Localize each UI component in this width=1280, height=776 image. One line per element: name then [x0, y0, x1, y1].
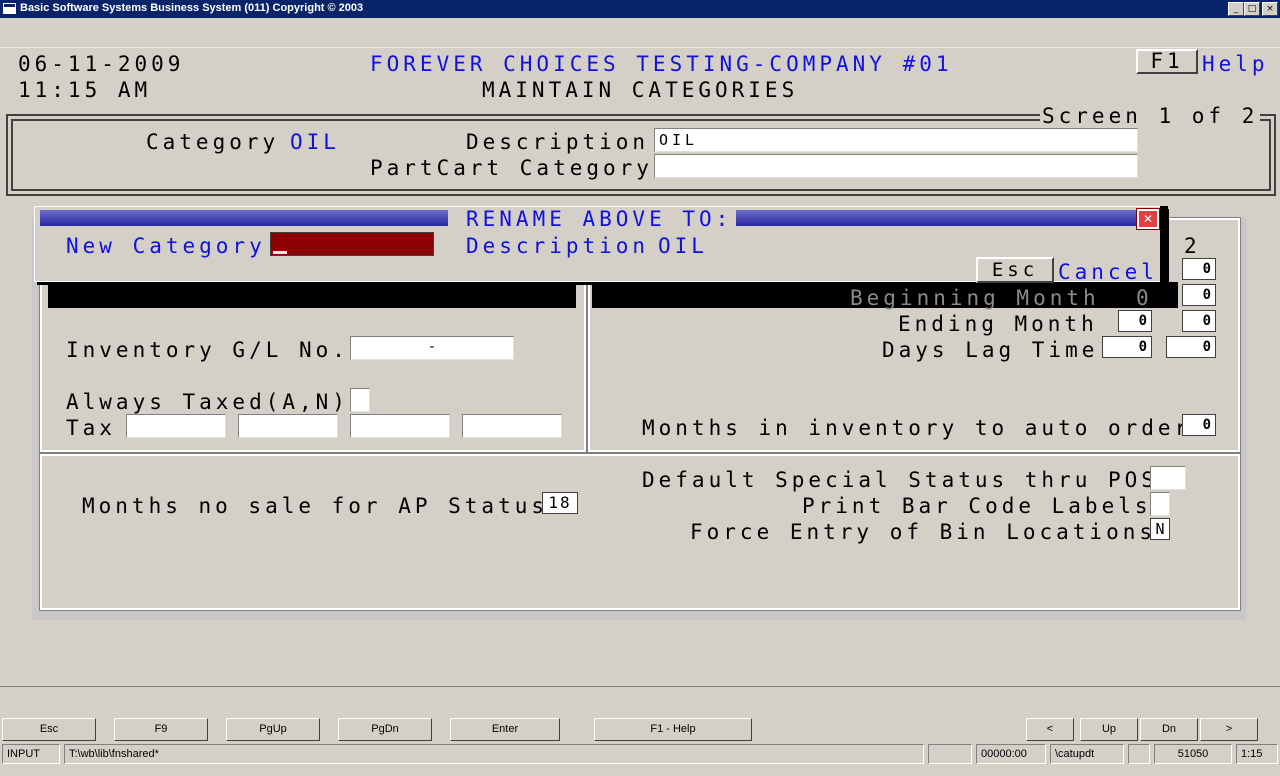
force-entry-bin-label: Force Entry of Bin Locations: [690, 520, 1157, 544]
dialog-close-icon[interactable]: ✕: [1136, 208, 1160, 230]
status-path: T:\wb\lib\fnshared*: [64, 744, 924, 764]
beginning-month-col2-field[interactable]: 0: [1182, 284, 1216, 306]
rename-dialog-shadow: [1160, 206, 1168, 282]
help-link[interactable]: Help: [1202, 52, 1269, 76]
status-blank-1: [928, 744, 972, 764]
menu-band: [0, 18, 1280, 48]
dialog-description-value: OIL: [658, 234, 708, 258]
beginning-month-label: Beginning Month: [850, 286, 1100, 310]
beginning-month-value: 0: [1136, 286, 1153, 310]
column-2-header: 2: [1184, 234, 1201, 258]
ending-month-col1-field[interactable]: 0: [1118, 310, 1152, 332]
default-special-status-field[interactable]: [1150, 466, 1186, 490]
tax-field-1[interactable]: [126, 414, 226, 438]
days-lag-time-label: Days Lag Time: [882, 338, 1099, 362]
dn-button[interactable]: Dn: [1140, 718, 1198, 741]
cancel-button[interactable]: Cancel: [1058, 260, 1158, 284]
always-taxed-field[interactable]: [350, 388, 370, 412]
always-taxed-label: Always Taxed(A,N): [66, 390, 349, 414]
inventory-gl-label: Inventory G/L No.: [66, 338, 349, 362]
function-bar-divider: [0, 686, 1280, 687]
inventory-gl-field[interactable]: -: [350, 336, 514, 360]
header-date: 06-11-2009: [18, 52, 185, 76]
force-entry-bin-field[interactable]: N: [1150, 518, 1170, 540]
right-arrow-button[interactable]: >: [1200, 718, 1258, 741]
up-button[interactable]: Up: [1080, 718, 1138, 741]
maximize-button[interactable]: □: [1244, 2, 1260, 16]
days-lag-col2-field[interactable]: 0: [1166, 336, 1216, 358]
tax-label: Tax: [66, 416, 116, 440]
default-special-status-label: Default Special Status thru POS: [642, 468, 1158, 492]
window-title: Basic Software Systems Business System (…: [20, 2, 364, 14]
left-arrow-button[interactable]: <: [1026, 718, 1074, 741]
left-panel-header-bar: [48, 282, 576, 308]
print-bar-code-field[interactable]: [1150, 492, 1170, 516]
status-counter: 00000:00: [976, 744, 1046, 764]
minimize-button[interactable]: _: [1228, 2, 1244, 16]
status-program: \catupdt: [1050, 744, 1124, 764]
text-cursor: [273, 251, 287, 254]
enter-button[interactable]: Enter: [450, 718, 560, 741]
days-lag-col1-field[interactable]: 0: [1102, 336, 1152, 358]
esc-button[interactable]: Esc: [2, 718, 96, 741]
rename-dialog-title: RENAME ABOVE TO:: [466, 207, 733, 231]
company-name: FOREVER CHOICES TESTING-COMPANY #01: [370, 52, 953, 76]
months-no-sale-label: Months no sale for AP Status: [82, 494, 549, 518]
dialog-title-bar-right: [736, 210, 1136, 226]
new-category-field[interactable]: [270, 232, 434, 256]
partcart-category-field[interactable]: [654, 154, 1138, 178]
ending-month-label: Ending Month: [898, 312, 1098, 336]
pgdn-button[interactable]: PgDn: [338, 718, 432, 741]
status-clock: 1:15: [1236, 744, 1278, 764]
screen-indicator: Screen 1 of 2: [1040, 104, 1261, 128]
category-value: OIL: [290, 130, 340, 154]
tax-field-4[interactable]: [462, 414, 562, 438]
dialog-description-label: Description: [466, 234, 650, 258]
screen-title: MAINTAIN CATEGORIES: [482, 78, 799, 102]
f1-help-button[interactable]: F1 - Help: [594, 718, 752, 741]
ending-month-col2-field[interactable]: 0: [1182, 310, 1216, 332]
months-no-sale-field[interactable]: 18: [542, 492, 578, 514]
description-field[interactable]: OIL: [654, 128, 1138, 152]
app-icon: [3, 3, 16, 14]
tax-field-3[interactable]: [350, 414, 450, 438]
pgup-button[interactable]: PgUp: [226, 718, 320, 741]
window-title-bar[interactable]: Basic Software Systems Business System (…: [0, 0, 1280, 18]
tax-field-2[interactable]: [238, 414, 338, 438]
status-code: 51050: [1154, 744, 1232, 764]
description-label: Description: [466, 130, 650, 154]
print-bar-code-label: Print Bar Code Labels: [802, 494, 1152, 518]
f9-button[interactable]: F9: [114, 718, 208, 741]
header-time: 11:15 AM: [18, 78, 152, 102]
f1-key-button[interactable]: F1: [1136, 49, 1198, 74]
row1-col2-field[interactable]: 0: [1182, 258, 1216, 280]
partcart-category-label: PartCart Category: [370, 156, 653, 180]
new-category-label: New Category: [66, 234, 266, 258]
status-mode: INPUT: [2, 744, 60, 764]
months-inventory-field[interactable]: 0: [1182, 414, 1216, 436]
category-label: Category: [146, 130, 280, 154]
dialog-title-bar-left: [40, 210, 448, 226]
status-blank-2: [1128, 744, 1150, 764]
months-inventory-label: Months in inventory to auto order: [642, 416, 1192, 440]
close-window-button[interactable]: ×: [1262, 2, 1278, 16]
esc-key-button[interactable]: Esc: [976, 257, 1054, 283]
